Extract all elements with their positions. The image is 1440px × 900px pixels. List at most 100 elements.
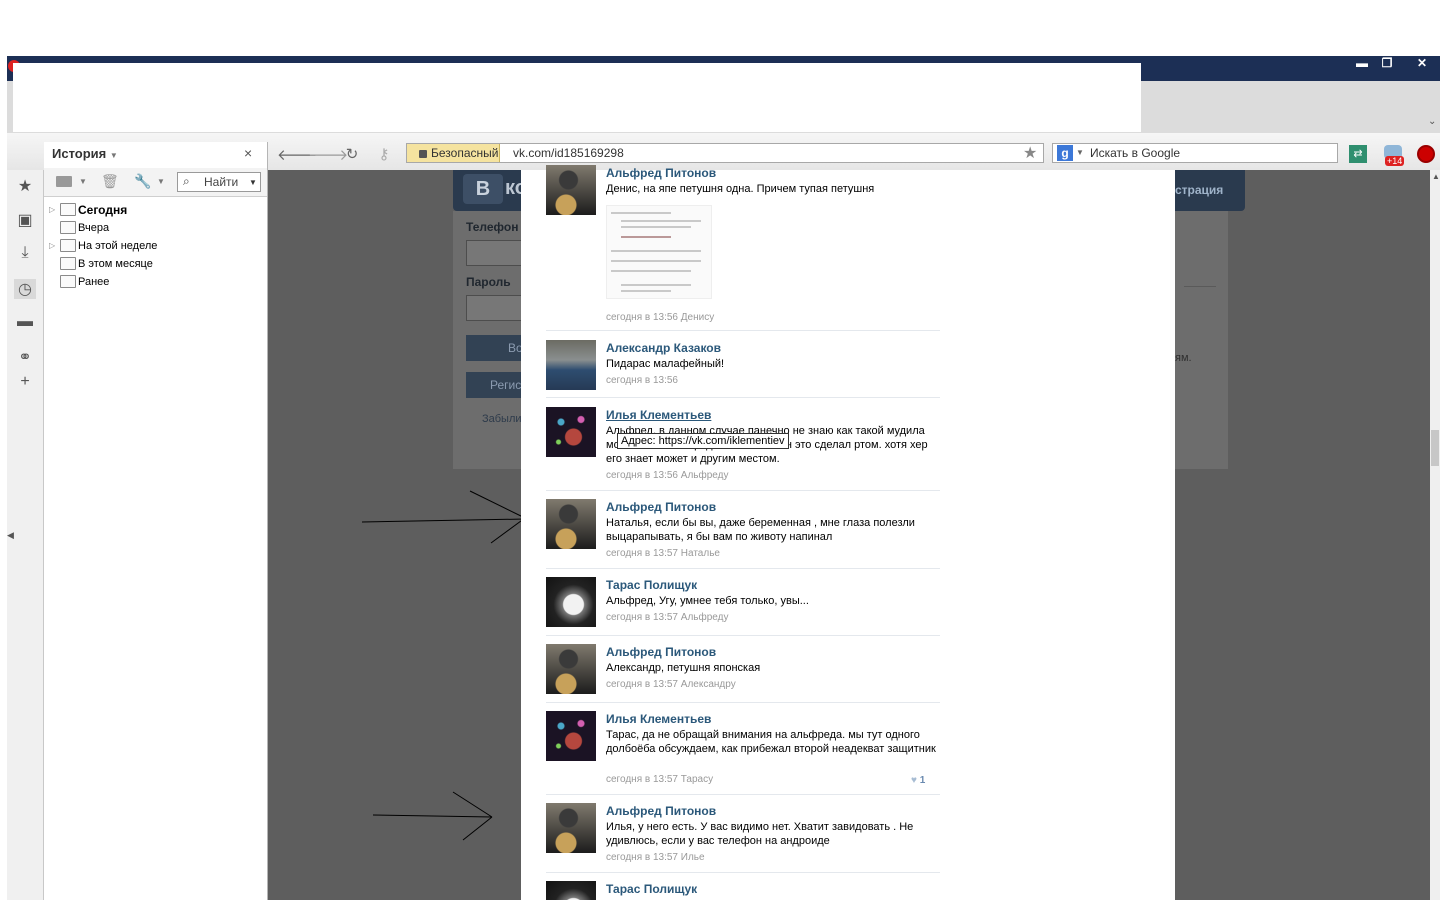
close-window-button[interactable]: ✕ <box>1410 56 1434 70</box>
opera-icon[interactable] <box>1417 145 1435 163</box>
lock-icon <box>419 149 427 158</box>
image-line <box>611 212 671 214</box>
wrench-chevron-icon[interactable]: ▼ <box>157 177 165 186</box>
address-bar[interactable] <box>406 143 1044 163</box>
history-item-earlier[interactable]: Ранее <box>78 276 109 288</box>
forward-icon[interactable]: 🡒 <box>308 145 348 164</box>
avatar[interactable] <box>546 577 596 627</box>
image-line <box>621 284 691 286</box>
comment-text: Наталья, если бы вы, даже беременная , м… <box>606 517 915 543</box>
vk-register-button[interactable]: Регис <box>466 372 522 398</box>
vk-register-link[interactable]: страция <box>1175 183 1223 197</box>
close-panel-button[interactable]: × <box>244 145 252 161</box>
links-icon[interactable]: ⚭ <box>14 347 36 367</box>
minimize-button[interactable]: ▬ <box>1350 56 1374 70</box>
divider <box>1184 286 1216 287</box>
delete-trash-icon[interactable]: 🗑 <box>101 173 119 190</box>
vk-logo-icon[interactable]: В <box>463 174 503 204</box>
page-scrollbar[interactable] <box>1430 170 1440 900</box>
comment-author[interactable]: Тарас Полищук <box>606 578 697 592</box>
divider <box>546 635 940 636</box>
comment-item: Тарас Полищук Альфред, Угу, умнее тебя т… <box>546 577 940 632</box>
comment-meta[interactable]: сегодня в 13:57 Наталье <box>606 548 720 559</box>
translate-icon[interactable]: ⇄ <box>1349 145 1367 163</box>
downloads-icon[interactable]: ⤓ <box>14 244 36 262</box>
folder-action-icon[interactable] <box>56 176 72 187</box>
find-dropdown-chevron-icon[interactable]: ▼ <box>249 178 257 187</box>
vk-phone-input[interactable] <box>466 240 524 266</box>
vk-forgot-link[interactable]: Забыли <box>482 413 522 425</box>
comment-author[interactable]: Александр Казаков <box>606 341 721 355</box>
search-engine-chevron-icon[interactable]: ▼ <box>1076 148 1084 157</box>
avatar[interactable] <box>546 499 596 549</box>
wrench-icon[interactable]: 🔧 <box>134 173 151 190</box>
comment-meta[interactable]: сегодня в 13:57 Тарасу <box>606 774 713 785</box>
attached-screenshot-image[interactable] <box>606 205 712 299</box>
arrow-head-2a <box>452 791 493 818</box>
comment-author[interactable]: Тарас Полищук <box>606 882 697 896</box>
comment-meta[interactable]: сегодня в 13:57 Илье <box>606 852 705 863</box>
image-line <box>611 270 691 272</box>
history-item-today[interactable]: Сегодня <box>78 203 127 217</box>
comment-item: Альфред Питонов Илья, у него есть. У вас… <box>546 803 940 865</box>
url-text[interactable]: vk.com/id185169298 <box>513 144 624 162</box>
bookmarks-star-icon[interactable]: ★ <box>14 176 36 196</box>
comment-meta[interactable]: сегодня в 13:56 Альфреду <box>606 470 728 481</box>
google-icon[interactable]: g <box>1057 145 1073 161</box>
comment-meta[interactable]: сегодня в 13:56 Денису <box>606 312 714 323</box>
history-item-this-week[interactable]: На этой неделе <box>78 240 157 252</box>
vk-login-button[interactable]: Во <box>466 335 523 361</box>
comment-meta[interactable]: сегодня в 13:56 <box>606 375 678 386</box>
reload-icon[interactable]: ↻ <box>341 145 363 163</box>
star-icon[interactable]: ★ <box>1023 143 1037 163</box>
expand-today-icon[interactable]: ▷ <box>49 205 55 214</box>
avatar[interactable] <box>546 340 596 390</box>
divider <box>546 702 940 703</box>
comment-text: Денис, на япе петушня одна. Причем тупая… <box>606 183 875 195</box>
avatar[interactable] <box>546 803 596 853</box>
folder-icon <box>60 203 76 216</box>
notes-icon[interactable]: ▣ <box>14 210 36 230</box>
maximize-button[interactable]: ❐ <box>1375 56 1399 70</box>
add-panel-icon[interactable]: + <box>14 373 36 391</box>
history-title[interactable]: История ▼ <box>52 146 118 161</box>
avatar[interactable] <box>546 407 596 457</box>
history-clock-icon[interactable]: ◷ <box>14 279 36 299</box>
comment-item: Александр Казаков Пидарас малафейный! се… <box>546 340 940 395</box>
comment-author[interactable]: Альфред Питонов <box>606 500 716 514</box>
avatar[interactable] <box>546 165 596 215</box>
history-item-yesterday[interactable]: Вчера <box>78 222 109 234</box>
comment-meta[interactable]: сегодня в 13:57 Альфреду <box>606 612 728 623</box>
comment-text: Альфред, Угу, умнее тебя только, увы... <box>606 595 809 607</box>
security-badge[interactable]: Безопасный <box>407 144 500 162</box>
scroll-up-arrow-icon[interactable]: ▲ <box>1432 172 1440 181</box>
comment-author[interactable]: Илья Клементьев <box>606 408 711 422</box>
comment-author[interactable]: Альфред Питонов <box>606 645 716 659</box>
security-label: Безопасный <box>431 146 499 160</box>
notifications-badge: +14 <box>1385 156 1405 166</box>
expand-week-icon[interactable]: ▷ <box>49 241 55 250</box>
comment-item: Альфред Питонов Наталья, если бы вы, даж… <box>546 499 940 561</box>
vk-password-input[interactable] <box>466 295 524 321</box>
folder-chevron-icon[interactable]: ▼ <box>79 177 87 186</box>
folder-icon <box>60 275 76 288</box>
panels-icon[interactable]: ▬ <box>14 313 36 331</box>
history-item-this-month[interactable]: В этом месяце <box>78 258 153 270</box>
avatar[interactable] <box>546 644 596 694</box>
collapse-panel-arrow-icon[interactable]: ◀ <box>7 530 14 541</box>
like-count: 1 <box>919 775 926 786</box>
avatar[interactable] <box>546 881 596 900</box>
comment-author[interactable]: Альфред Питонов <box>606 804 716 818</box>
like-button[interactable]: ♥ 1 <box>911 775 925 786</box>
comment-meta[interactable]: сегодня в 13:57 Александру <box>606 679 736 690</box>
comment-author[interactable]: Альфред Питонов <box>606 166 716 180</box>
vk-right-text: ям. <box>1175 352 1192 364</box>
back-icon[interactable]: 🡐 <box>277 145 317 164</box>
comment-author[interactable]: Илья Клементьев <box>606 712 711 726</box>
scrollbar-thumb[interactable] <box>1431 430 1439 466</box>
comment-item: Тарас Полищук <box>546 881 940 900</box>
avatar[interactable] <box>546 711 596 761</box>
tab-menu-chevron-icon[interactable]: ⌄ <box>1428 116 1436 127</box>
key-icon[interactable]: ⚷ <box>373 145 395 163</box>
heart-icon: ♥ <box>911 775 917 786</box>
